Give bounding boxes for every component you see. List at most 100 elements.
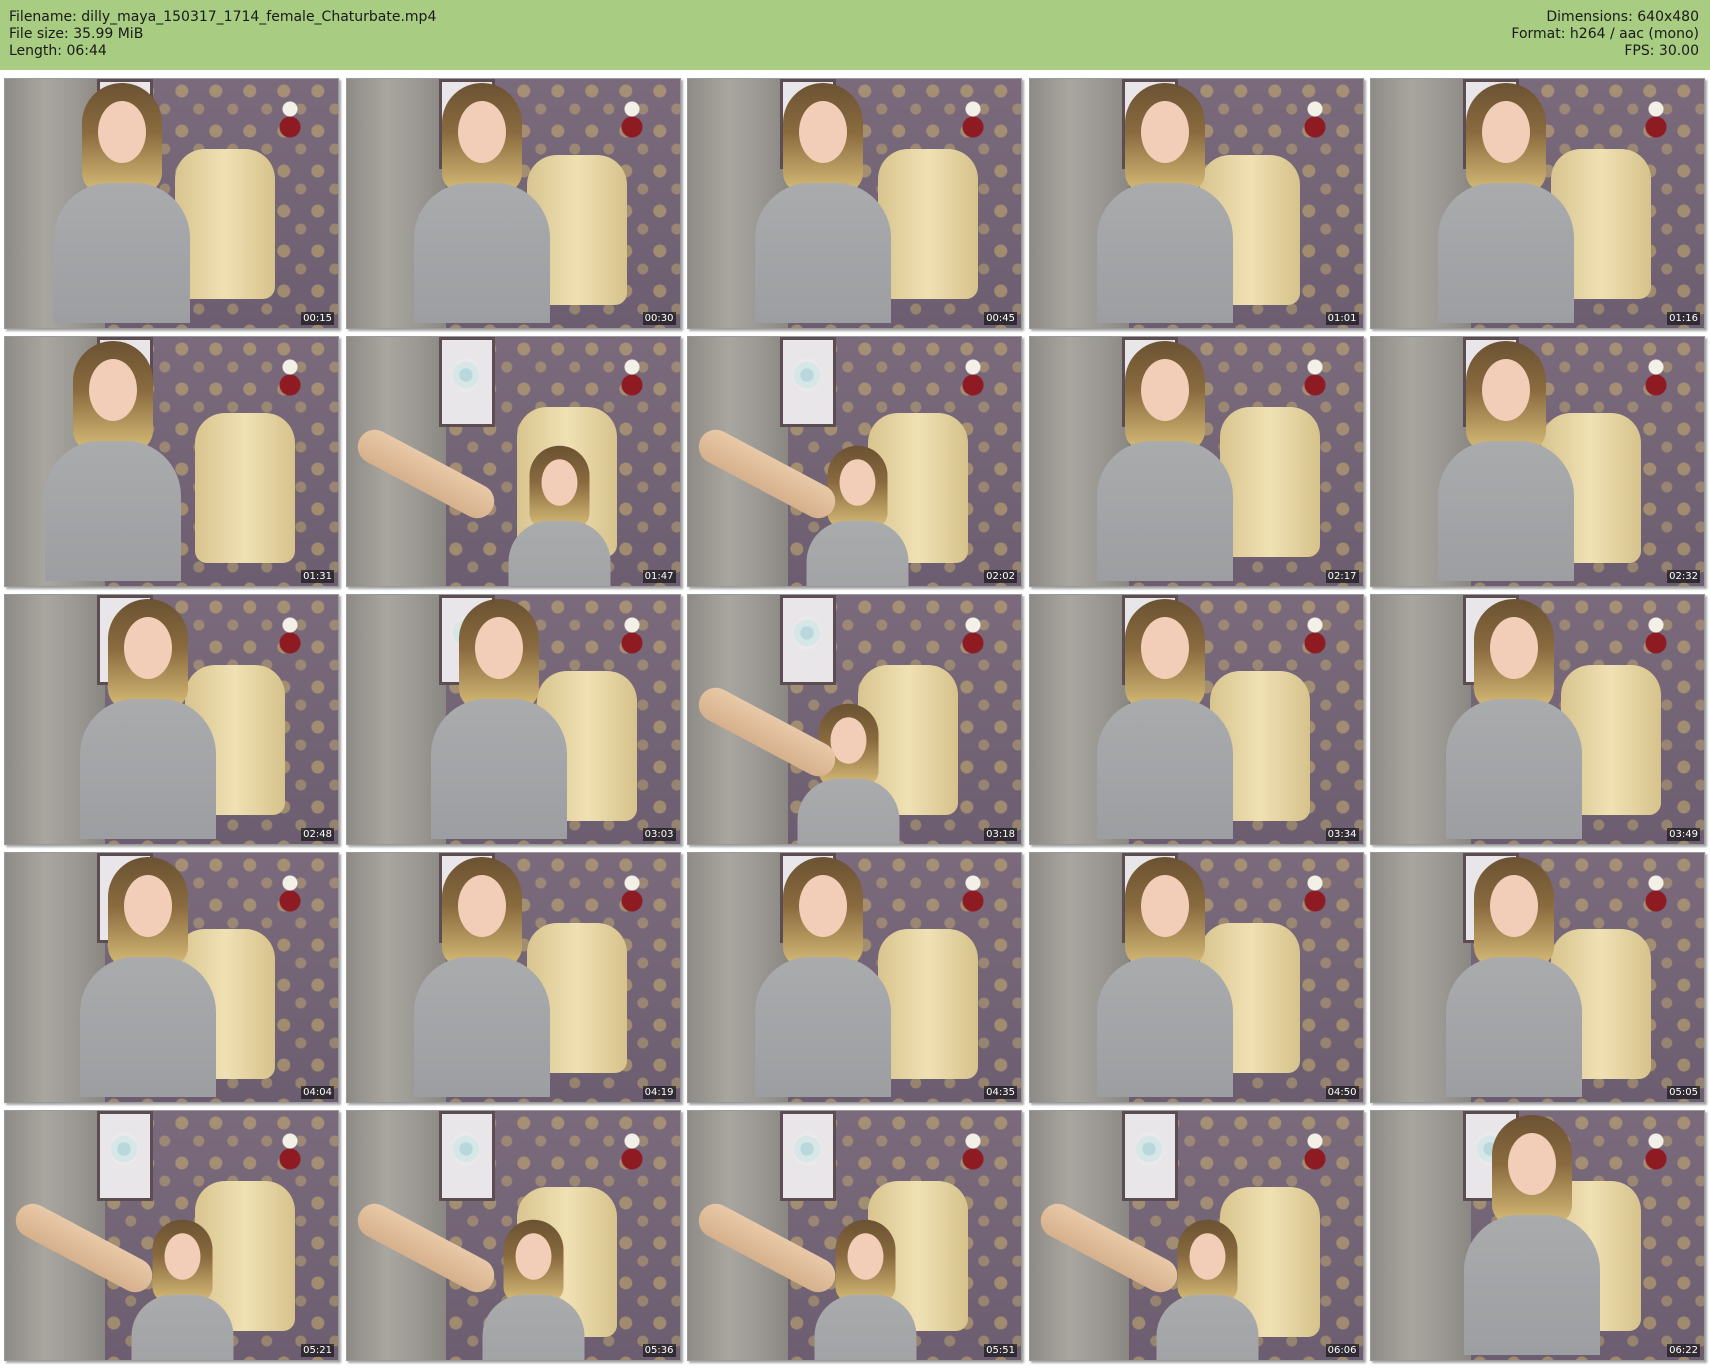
flower-decoration (1643, 1131, 1669, 1171)
flower-decoration (960, 873, 986, 913)
frame-timestamp: 04:50 (1325, 1086, 1359, 1099)
person-face (541, 459, 577, 506)
wall-picture-frame (438, 337, 495, 427)
person-figure (741, 83, 901, 323)
wall-picture-frame (780, 337, 836, 427)
frame-timestamp: 02:02 (984, 570, 1017, 583)
flower-decoration (1301, 99, 1328, 139)
person-face (1508, 1133, 1556, 1195)
frame-timestamp: 05:05 (1667, 1086, 1700, 1099)
person-body (814, 1294, 917, 1360)
flower-decoration (618, 99, 645, 139)
video-frame-thumbnail: 01:01 (1028, 78, 1364, 329)
video-frame-thumbnail: 04:04 (4, 852, 339, 1103)
frame-timestamp: 05:36 (642, 1344, 676, 1357)
person-face (1140, 101, 1189, 163)
person-face (124, 617, 172, 679)
person-face (847, 1233, 884, 1280)
frame-timestamp: 00:45 (984, 312, 1017, 325)
frame-timestamp: 03:34 (1325, 828, 1359, 841)
video-frame-thumbnail: 02:48 (4, 594, 339, 845)
person-body (755, 957, 891, 1097)
flower-decoration (960, 357, 986, 397)
person-face (474, 617, 523, 679)
person-figure (1424, 341, 1584, 581)
flower-decoration (1643, 357, 1669, 397)
video-frame-thumbnail: 06:22 (1370, 1110, 1705, 1361)
frame-timestamp: 04:04 (301, 1086, 334, 1099)
video-info-header: Filename: dilly_maya_150317_1714_female_… (0, 0, 1710, 70)
person-body (482, 1294, 584, 1360)
flower-decoration (618, 873, 645, 913)
person-body (1096, 957, 1233, 1097)
flower-decoration (960, 615, 986, 655)
person-figure (417, 599, 577, 839)
person-face (1140, 617, 1189, 679)
frame-timestamp: 02:32 (1667, 570, 1700, 583)
flower-decoration (1301, 1131, 1328, 1171)
person-body (1096, 183, 1233, 323)
frame-timestamp: 01:31 (301, 570, 334, 583)
person-face (1482, 101, 1530, 163)
format-text: Format: h264 / aac (mono) (1511, 26, 1699, 42)
person-body (1096, 441, 1233, 581)
flower-decoration (618, 1131, 645, 1171)
person-body (755, 183, 891, 323)
frame-timestamp: 01:47 (642, 570, 676, 583)
video-frame-thumbnail: 03:49 (1370, 594, 1705, 845)
person-body (1446, 699, 1582, 839)
person-figure (741, 857, 901, 1097)
person-body (508, 520, 610, 586)
person-body (1438, 441, 1574, 581)
video-frame-thumbnail: 03:18 (687, 594, 1022, 845)
person-figure (1083, 341, 1243, 581)
flower-decoration (1301, 615, 1328, 655)
person-figure (787, 703, 907, 844)
flower-decoration (277, 615, 303, 655)
person-face (839, 459, 876, 506)
flower-decoration (1301, 873, 1328, 913)
video-frame-thumbnail: 02:02 (687, 336, 1022, 587)
video-frame-thumbnail: 01:16 (1370, 78, 1705, 329)
person-figure (66, 857, 226, 1097)
person-body (80, 699, 216, 839)
flower-decoration (277, 1131, 303, 1171)
fps-text: FPS: 30.00 (1624, 43, 1699, 59)
person-figure (400, 857, 560, 1097)
person-body (430, 699, 567, 839)
person-face (1140, 875, 1189, 937)
person-figure (1432, 599, 1592, 839)
frame-timestamp: 04:35 (984, 1086, 1017, 1099)
video-frame-thumbnail: 00:15 (4, 78, 339, 329)
video-frame-thumbnail: 02:32 (1370, 336, 1705, 587)
frame-timestamp: 06:22 (1667, 1344, 1700, 1357)
person-figure (498, 445, 618, 586)
flower-decoration (1643, 615, 1669, 655)
flower-decoration (960, 99, 986, 139)
person-body (1096, 699, 1233, 839)
wall-picture-frame (438, 1111, 495, 1201)
person-body (1438, 183, 1574, 323)
flower-decoration (277, 99, 303, 139)
video-frame-thumbnail: 04:50 (1028, 852, 1364, 1103)
frame-timestamp: 00:15 (301, 312, 334, 325)
person-figure (1450, 1115, 1610, 1355)
flower-decoration (960, 1131, 986, 1171)
person-figure (472, 1219, 592, 1360)
person-face (515, 1233, 551, 1280)
video-frame-thumbnail: 03:03 (345, 594, 681, 845)
person-figure (31, 341, 191, 581)
flower-decoration (1301, 357, 1328, 397)
frame-timestamp: 00:30 (642, 312, 676, 325)
flower-decoration (1643, 99, 1669, 139)
person-face (830, 717, 867, 764)
person-body (131, 1294, 234, 1360)
person-face (98, 101, 146, 163)
flower-decoration (618, 357, 645, 397)
person-face (457, 101, 506, 163)
person-face (164, 1233, 201, 1280)
frame-timestamp: 03:49 (1667, 828, 1700, 841)
person-face (1482, 359, 1530, 421)
video-frame-thumbnail: 02:17 (1028, 336, 1364, 587)
video-frame-thumbnail: 00:30 (345, 78, 681, 329)
